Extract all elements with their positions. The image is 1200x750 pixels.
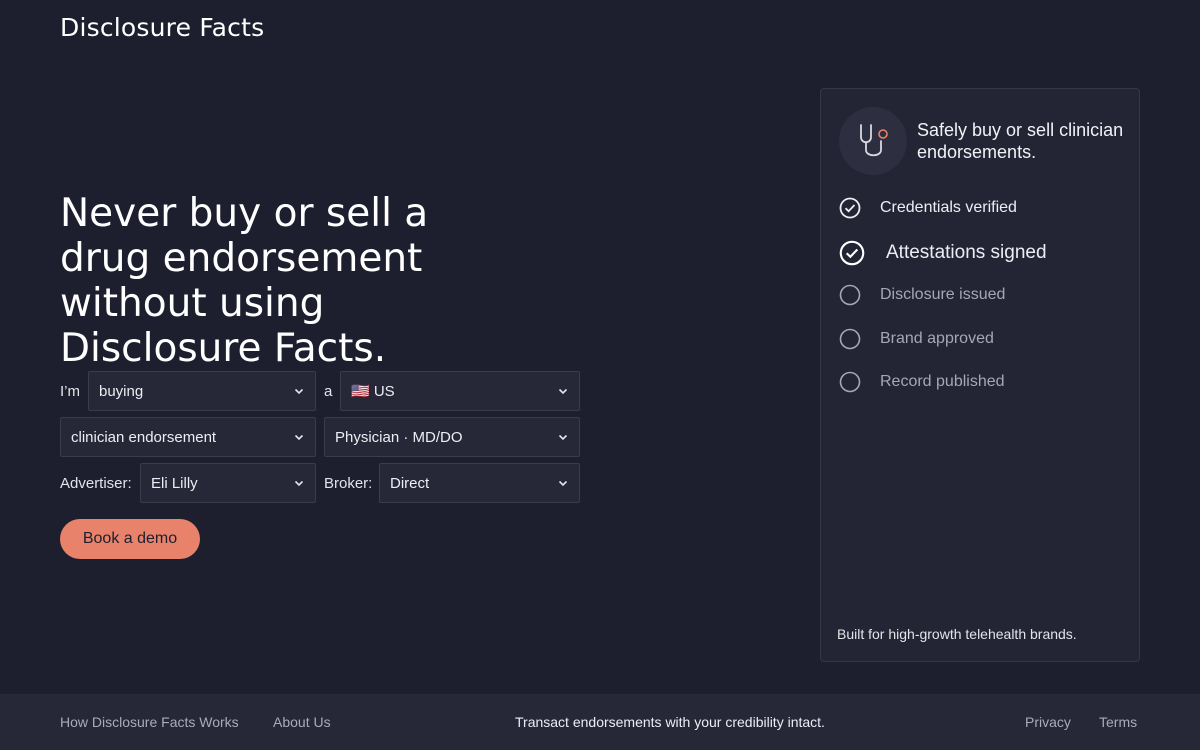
broker-select[interactable]: Direct bbox=[379, 463, 580, 503]
broker-value: Direct bbox=[390, 474, 430, 492]
advertiser-select[interactable]: Eli Lilly bbox=[140, 463, 316, 503]
footer-tagline: Transact endorsements with your credibil… bbox=[515, 714, 825, 730]
country-value: 🇺🇸 US bbox=[351, 383, 395, 400]
step-brand-approved: Brand approved bbox=[839, 328, 994, 350]
footer-link-how-it-works[interactable]: How Disclosure Facts Works bbox=[60, 714, 239, 730]
mode-select[interactable]: buying bbox=[88, 371, 316, 411]
chevron-down-icon bbox=[557, 431, 569, 443]
chevron-down-icon bbox=[557, 385, 569, 397]
empty-circle-icon bbox=[839, 371, 861, 393]
advertiser-label: Advertiser: bbox=[60, 474, 132, 492]
mode-value: buying bbox=[99, 382, 144, 400]
chevron-down-icon bbox=[293, 431, 305, 443]
country-select[interactable]: 🇺🇸 US bbox=[340, 371, 580, 411]
step-label: Disclosure issued bbox=[880, 286, 1006, 303]
book-demo-button[interactable]: Book a demo bbox=[60, 519, 200, 559]
step-credentials-verified: Credentials verified bbox=[839, 197, 1017, 219]
card-title: Safely buy or sell clinician endorsement… bbox=[917, 120, 1124, 162]
card-footer-text: Built for high-growth telehealth brands. bbox=[837, 626, 1077, 642]
im-label: I’m bbox=[60, 382, 80, 400]
step-label: Brand approved bbox=[880, 330, 994, 347]
step-attestations-signed: Attestations signed bbox=[839, 240, 1047, 266]
broker-label: Broker: bbox=[324, 474, 373, 492]
step-label: Record published bbox=[880, 373, 1005, 390]
endorsement-type-select[interactable]: clinician endorsement bbox=[60, 417, 316, 457]
credential-select[interactable]: Physician · MD/DO bbox=[324, 417, 580, 457]
chevron-down-icon bbox=[293, 385, 305, 397]
empty-circle-icon bbox=[839, 328, 861, 350]
step-record-published: Record published bbox=[839, 371, 1005, 393]
step-label: Credentials verified bbox=[880, 199, 1017, 216]
footer-link-terms[interactable]: Terms bbox=[1099, 714, 1137, 730]
step-label: Attestations signed bbox=[886, 242, 1047, 263]
advertiser-value: Eli Lilly bbox=[151, 474, 198, 492]
site-footer: How Disclosure Facts Works About Us Tran… bbox=[0, 694, 1200, 750]
a-label: a bbox=[324, 382, 333, 400]
logo[interactable]: Disclosure Facts bbox=[60, 13, 264, 42]
credential-value: Physician · MD/DO bbox=[335, 428, 463, 446]
form-row-type: clinician endorsement Physician · MD/DO bbox=[60, 417, 580, 457]
empty-circle-icon bbox=[839, 284, 861, 306]
endorsement-type-value: clinician endorsement bbox=[71, 428, 217, 446]
chevron-down-icon bbox=[293, 477, 305, 489]
progress-card: Safely buy or sell clinician endorsement… bbox=[820, 88, 1140, 662]
form-row-parties: Advertiser: Eli Lilly Broker: Direct bbox=[60, 463, 580, 503]
footer-link-about[interactable]: About Us bbox=[273, 714, 331, 730]
page-headline: Never buy or sell a drug endorsement wit… bbox=[60, 191, 429, 371]
stethoscope-icon bbox=[839, 107, 907, 175]
form-row-mode: I’m buying a 🇺🇸 US bbox=[60, 371, 580, 411]
check-circle-icon bbox=[839, 240, 865, 266]
chevron-down-icon bbox=[557, 477, 569, 489]
footer-link-privacy[interactable]: Privacy bbox=[1025, 714, 1071, 730]
step-disclosure-issued: Disclosure issued bbox=[839, 284, 1005, 306]
check-circle-icon bbox=[839, 197, 861, 219]
